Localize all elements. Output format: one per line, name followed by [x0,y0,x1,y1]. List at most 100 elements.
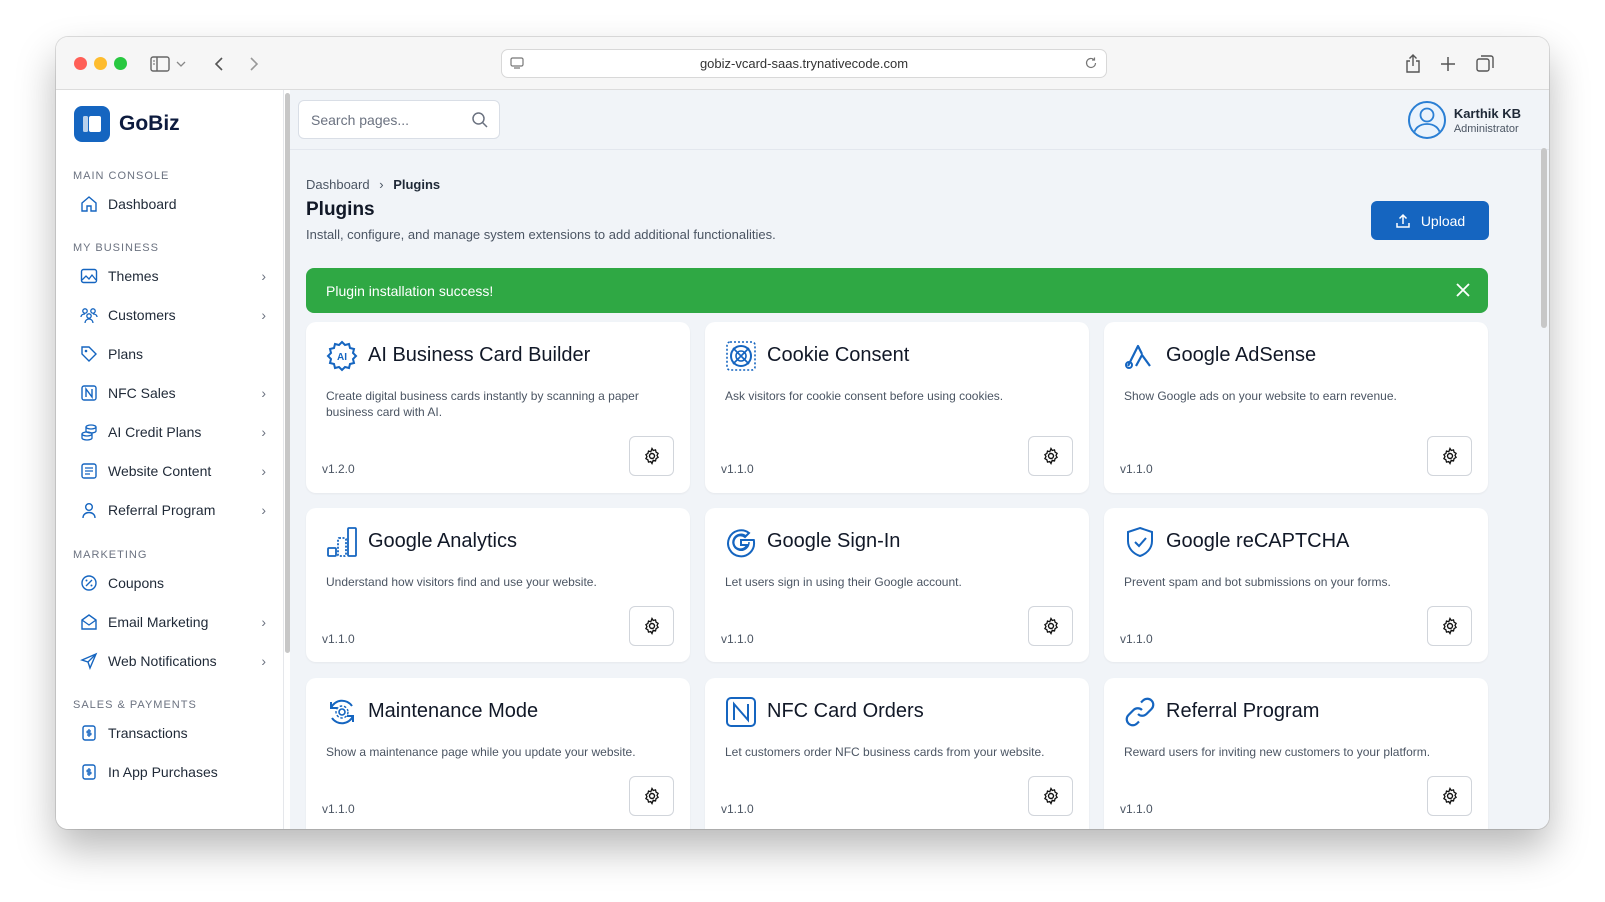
new-tab-icon[interactable] [1435,51,1461,77]
share-icon[interactable] [1400,51,1426,77]
close-window-button[interactable] [74,57,87,70]
plugin-description: Ask visitors for cookie consent before u… [725,389,1004,403]
sidebar-item-customers[interactable]: Customers › [80,300,266,330]
chevron-right-icon: › [261,502,266,518]
plugin-settings-button[interactable] [629,436,674,476]
plugin-settings-button[interactable] [1427,776,1472,816]
page-subtitle: Install, configure, and manage system ex… [306,227,776,242]
close-icon[interactable] [1454,281,1472,302]
plugin-version: v1.1.0 [1120,632,1153,646]
gear-icon [1043,787,1058,805]
reload-icon[interactable] [1084,56,1098,73]
plugin-card-google-adsense: Google AdSense Show Google ads on your w… [1104,322,1488,493]
sidebar-item-label: Transactions [108,725,188,741]
percent-icon [80,574,98,592]
sidebar-item-label: Dashboard [108,196,177,212]
plugin-description: Show Google ads on your website to earn … [1124,389,1397,403]
user-menu[interactable]: Karthik KB Administrator [1407,101,1521,139]
breadcrumb-dashboard-link[interactable]: Dashboard [306,177,370,192]
gear-icon [1442,617,1457,635]
sidebar-item-referral-program[interactable]: Referral Program › [80,495,266,525]
address-bar[interactable]: gobiz-vcard-saas.trynativecode.com [501,49,1107,78]
plugin-description: Create digital business cards instantly … [326,389,639,419]
user-role: Administrator [1453,122,1519,135]
send-icon [80,652,98,670]
plugin-settings-button[interactable] [1028,606,1073,646]
sidebar-item-label: Referral Program [108,502,216,518]
plugin-settings-button[interactable] [1028,436,1073,476]
cookie-icon [725,340,757,372]
plugin-settings-button[interactable] [629,606,674,646]
content-icon [80,462,98,480]
back-icon[interactable] [206,51,232,77]
plugin-description: Show a maintenance page while you update… [326,745,636,759]
top-bar: Search pages... Karthik KB Administrator [290,90,1549,150]
plugin-title: Google Sign-In [767,530,901,552]
sidebar-item-coupons[interactable]: Coupons [80,568,266,598]
main-content: Search pages... Karthik KB Administrator… [290,90,1549,829]
plugin-version: v1.1.0 [721,802,754,816]
sidebar-item-label: In App Purchases [108,764,218,780]
plugin-title: NFC Card Orders [767,700,924,722]
tab-overview-icon[interactable] [1472,51,1498,77]
coins-icon [80,423,98,441]
sidebar-item-nfc-sales[interactable]: NFC Sales › [80,378,266,408]
plugin-settings-button[interactable] [1427,436,1472,476]
sidebar-item-email-marketing[interactable]: Email Marketing › [80,607,266,637]
plugin-version: v1.1.0 [1120,462,1153,476]
sidebar-item-themes[interactable]: Themes › [80,261,266,291]
sidebar-item-ai-credit-plans[interactable]: AI Credit Plans › [80,417,266,447]
plugin-version: v1.1.0 [322,802,355,816]
chevron-right-icon: › [261,614,266,630]
home-icon [80,195,98,213]
gear-icon [644,617,659,635]
browser-titlebar: gobiz-vcard-saas.trynativecode.com [56,37,1549,90]
mail-icon [80,613,98,631]
sidebar-item-plans[interactable]: Plans [80,339,266,369]
site-settings-icon[interactable] [510,56,524,73]
sidebar-item-transactions[interactable]: Transactions [80,718,266,748]
page-title: Plugins [306,199,375,220]
minimize-window-button[interactable] [94,57,107,70]
brand-logo[interactable]: GoBiz [74,106,180,142]
nfc-icon [725,696,757,728]
chevron-down-icon[interactable] [174,51,188,77]
shield-check-icon [1124,526,1156,558]
section-main-console: MAIN CONSOLE [73,170,170,182]
chevron-right-icon: › [261,268,266,284]
plugin-description: Understand how visitors find and use you… [326,575,597,589]
plugin-title: AI Business Card Builder [368,344,591,366]
users-icon [80,306,98,324]
plugin-settings-button[interactable] [1028,776,1073,816]
sidebar-item-dashboard[interactable]: Dashboard [80,189,266,219]
plugin-description: Let customers order NFC business cards f… [725,745,1045,759]
sidebar-item-label: Web Notifications [108,653,217,669]
browser-window: gobiz-vcard-saas.trynativecode.com GoBiz… [56,37,1549,829]
plugin-card-cookie-consent: Cookie Consent Ask visitors for cookie c… [705,322,1089,493]
upload-button[interactable]: Upload [1371,201,1489,240]
plugin-settings-button[interactable] [629,776,674,816]
plugin-description: Let users sign in using their Google acc… [725,575,962,589]
receipt-icon [80,724,98,742]
plugin-card-google-sign-in: Google Sign-In Let users sign in using t… [705,508,1089,662]
main-scrollbar[interactable] [1541,148,1547,328]
plugin-settings-button[interactable] [1427,606,1472,646]
sidebar-item-web-notifications[interactable]: Web Notifications › [80,646,266,676]
sidebar-item-website-content[interactable]: Website Content › [80,456,266,486]
gear-icon [1442,787,1457,805]
plugin-card-google-recaptcha: Google reCAPTCHA Prevent spam and bot su… [1104,508,1488,662]
upload-label: Upload [1420,212,1466,229]
gear-icon [1043,447,1058,465]
section-sales-payments: SALES & PAYMENTS [73,699,197,711]
sidebar-item-in-app-purchases[interactable]: In App Purchases [80,757,266,787]
sidebar-toggle-icon[interactable] [147,51,173,77]
search-icon[interactable] [471,111,489,132]
section-marketing: MARKETING [73,549,148,561]
plugin-title: Maintenance Mode [368,700,539,722]
forward-icon[interactable] [241,51,267,77]
maximize-window-button[interactable] [114,57,127,70]
sidebar: GoBiz MAIN CONSOLE Dashboard MY BUSINESS… [56,90,284,829]
search-input[interactable]: Search pages... [298,100,500,139]
plugin-title: Google AdSense [1166,344,1317,366]
image-icon [80,267,98,285]
